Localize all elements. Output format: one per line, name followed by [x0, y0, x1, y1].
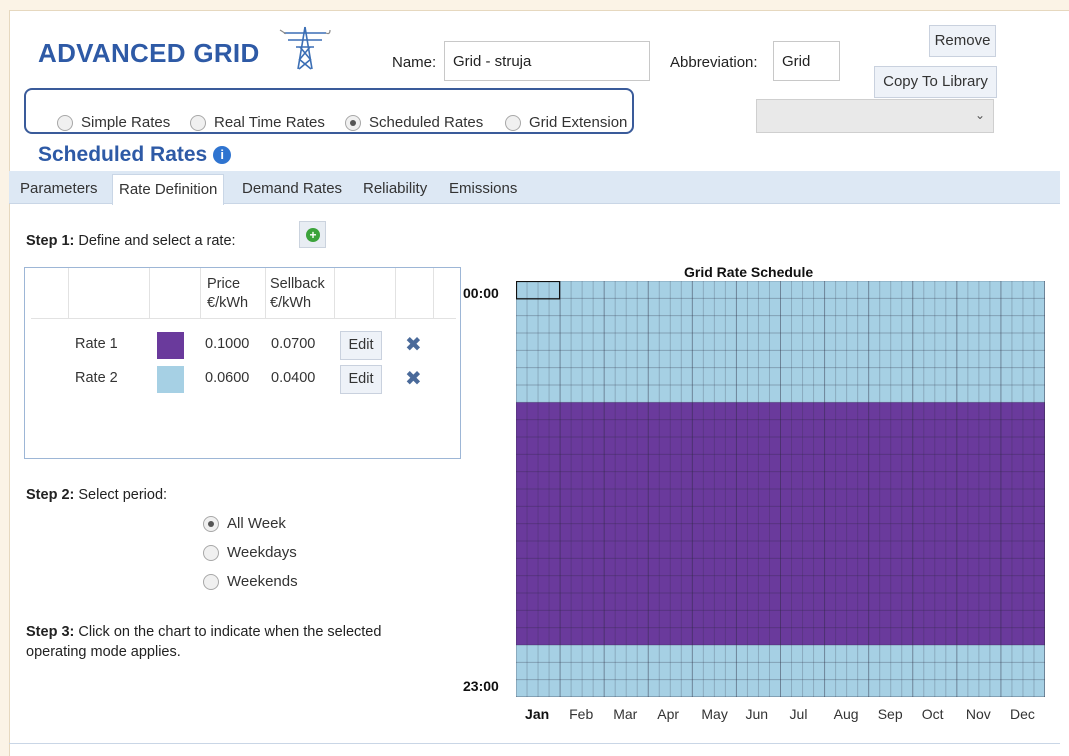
radio-circle — [57, 114, 73, 131]
radio-circle — [203, 573, 219, 590]
schedule-grid[interactable] — [516, 281, 1045, 697]
step2-desc: Select period: — [74, 487, 168, 503]
tab-reliability[interactable]: Reliability — [363, 180, 427, 197]
radio-simple-rates[interactable]: Simple Rates — [57, 114, 170, 131]
plus-icon: + — [306, 228, 320, 242]
month-label-feb[interactable]: Feb — [569, 706, 593, 722]
month-label-mar[interactable]: Mar — [613, 706, 637, 722]
month-label-nov[interactable]: Nov — [966, 706, 991, 722]
name-label: Name: — [392, 54, 437, 71]
radio-label: Weekdays — [227, 544, 297, 561]
month-label-apr[interactable]: Apr — [657, 706, 679, 722]
radio-weekdays[interactable]: Weekdays — [203, 544, 297, 561]
step3-desc-line2: operating mode applies. — [26, 644, 181, 660]
rate1-edit-button[interactable]: Edit — [340, 331, 382, 360]
name-input[interactable]: Grid - struja — [444, 41, 650, 81]
radio-circle — [345, 114, 361, 131]
month-label-oct[interactable]: Oct — [922, 706, 944, 722]
table-col-divider — [149, 268, 150, 318]
step2-bold: Step 2: — [26, 487, 75, 503]
step3-desc-line1: Click on the chart to indicate when the … — [74, 624, 382, 640]
section-title-text: Scheduled Rates — [38, 143, 208, 166]
tab-bar: Parameters Rate Definition Demand Rates … — [9, 171, 1060, 205]
copy-to-library-button[interactable]: Copy To Library — [874, 66, 997, 98]
radio-grid-extension[interactable]: Grid Extension — [505, 114, 627, 131]
month-label-aug[interactable]: Aug — [834, 706, 859, 722]
rate2-sellback: 0.0400 — [271, 370, 316, 386]
radio-circle — [203, 515, 219, 532]
radio-label: Grid Extension — [529, 114, 628, 131]
rate1-color-swatch[interactable] — [157, 332, 184, 359]
rate1-sellback: 0.0700 — [271, 336, 316, 352]
radio-scheduled-rates[interactable]: Scheduled Rates — [345, 114, 483, 131]
radio-circle — [190, 114, 206, 131]
step1-bold: Step 1: — [26, 233, 75, 249]
month-label-dec[interactable]: Dec — [1010, 706, 1035, 722]
month-label-sep[interactable]: Sep — [878, 706, 903, 722]
radio-weekends[interactable]: Weekends — [203, 573, 298, 590]
table-col-divider — [334, 268, 335, 318]
bottom-divider — [9, 743, 1060, 744]
table-header-divider — [31, 318, 456, 319]
add-rate-button[interactable]: + — [299, 221, 326, 248]
rate1-price: 0.1000 — [205, 336, 250, 352]
remove-button[interactable]: Remove — [929, 25, 996, 57]
radio-label: Simple Rates — [81, 114, 171, 131]
step1-desc: Define and select a rate: — [74, 233, 236, 249]
month-label-may[interactable]: May — [701, 706, 727, 722]
table-col-divider — [433, 268, 434, 318]
rate2-edit-button[interactable]: Edit — [340, 365, 382, 394]
section-title: Scheduled Rates i — [38, 143, 232, 167]
col-header-price: Price €/kWh — [207, 276, 249, 311]
radio-circle — [505, 114, 521, 131]
power-tower-icon — [279, 26, 331, 70]
month-label-jan[interactable]: Jan — [525, 706, 549, 722]
radio-label: Real Time Rates — [214, 114, 325, 131]
radio-label: All Week — [227, 515, 286, 532]
radio-label: Weekends — [227, 573, 298, 590]
radio-label: Scheduled Rates — [369, 114, 484, 131]
rate1-delete-icon[interactable]: ✖ — [405, 332, 422, 357]
month-label-jul[interactable]: Jul — [790, 706, 808, 722]
table-col-divider — [68, 268, 69, 318]
step3-text: Step 3: Click on the chart to indicate w… — [26, 622, 381, 662]
y-label-top: 00:00 — [463, 285, 499, 301]
rate2-name[interactable]: Rate 2 — [75, 370, 118, 386]
table-col-divider — [395, 268, 396, 318]
info-icon[interactable]: i — [213, 146, 232, 164]
rate2-delete-icon[interactable]: ✖ — [405, 366, 422, 391]
radio-circle — [203, 544, 219, 561]
tab-parameters[interactable]: Parameters — [20, 180, 98, 197]
tab-emissions[interactable]: Emissions — [449, 180, 517, 197]
col-header-sellback: Sellback €/kWh — [270, 276, 325, 311]
chevron-down-icon: ⌄ — [974, 108, 985, 122]
tab-demand-rates[interactable]: Demand Rates — [242, 180, 342, 197]
library-dropdown[interactable]: ⌄ — [756, 99, 994, 133]
step2-text: Step 2: Select period: — [26, 487, 167, 503]
table-col-divider — [265, 268, 266, 318]
rate-table: Price €/kWh Sellback €/kWh Rate 1 0.1000 0… — [24, 267, 461, 459]
tab-rate-definition[interactable]: Rate Definition — [112, 174, 225, 205]
step3-bold: Step 3: — [26, 624, 75, 640]
abbreviation-label: Abbreviation: — [670, 54, 758, 71]
radio-real-time-rates[interactable]: Real Time Rates — [190, 114, 325, 131]
rate2-price: 0.0600 — [205, 370, 250, 386]
table-col-divider — [200, 268, 201, 318]
rate1-name[interactable]: Rate 1 — [75, 336, 118, 352]
rate2-color-swatch[interactable] — [157, 366, 184, 393]
y-label-bottom: 23:00 — [463, 678, 499, 694]
radio-all-week[interactable]: All Week — [203, 515, 286, 532]
schedule-title: Grid Rate Schedule — [684, 264, 814, 280]
step1-text: Step 1: Define and select a rate: — [26, 233, 236, 249]
abbreviation-input[interactable]: Grid — [773, 41, 840, 81]
page-title: ADVANCED GRID — [38, 38, 260, 68]
month-label-jun[interactable]: Jun — [745, 706, 768, 722]
